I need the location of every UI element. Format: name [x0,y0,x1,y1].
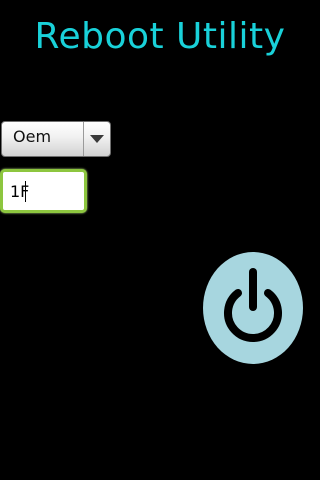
text-cursor [25,181,26,202]
code-input[interactable] [0,169,87,213]
dropdown-selected-value: Oem [13,127,52,146]
page-title: Reboot Utility [34,16,286,57]
power-icon [224,268,282,342]
reboot-power-button[interactable] [203,252,303,364]
dropdown-divider [83,122,84,156]
type-dropdown[interactable]: Oem [1,121,111,157]
app-screen: Reboot Utility Oem [0,0,320,480]
chevron-down-icon [90,135,104,143]
